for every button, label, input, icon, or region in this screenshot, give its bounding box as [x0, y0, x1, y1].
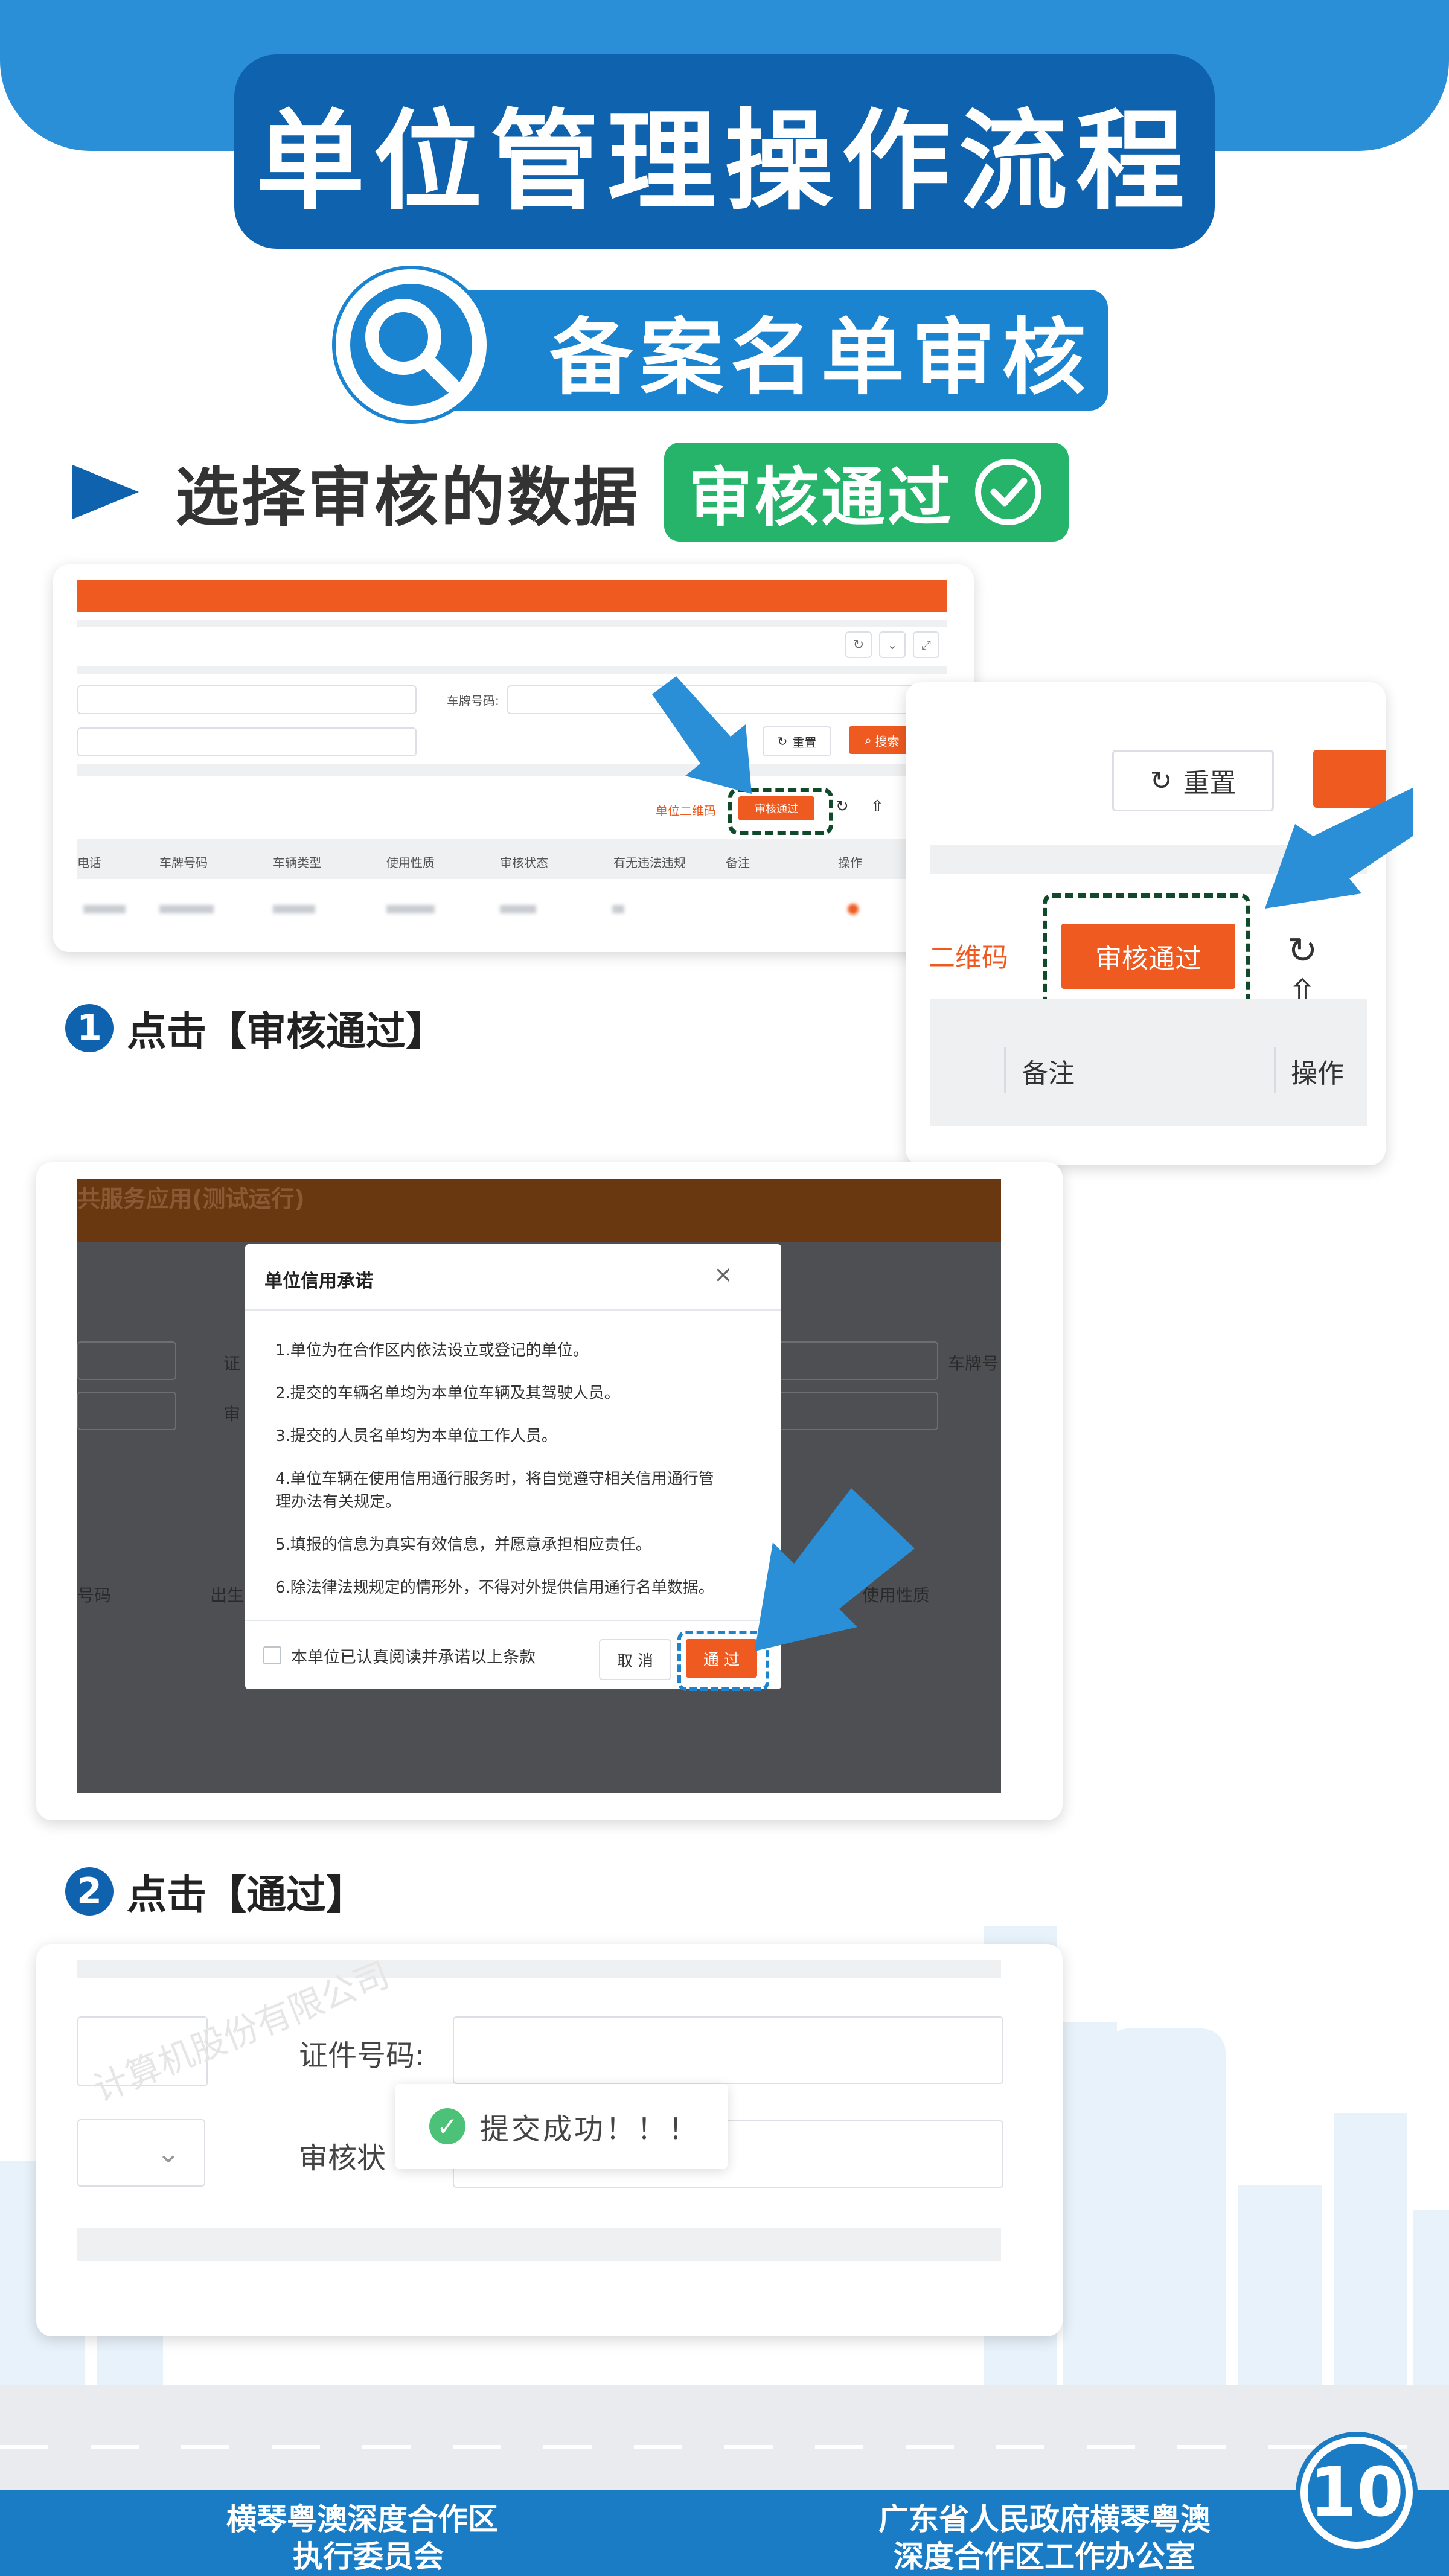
cert-input[interactable]: [453, 2016, 1003, 2084]
pointer-arrow-3: [755, 1488, 915, 1651]
col-audit-status: 审核状态: [500, 855, 548, 870]
orange-header-bar: [77, 580, 947, 612]
zoom-qrcode-link[interactable]: 二维码: [929, 936, 1008, 974]
filter-input[interactable]: [77, 685, 417, 714]
dialog-title: 单位信用承诺: [264, 1271, 373, 1292]
check-circle-icon: [975, 459, 1041, 525]
page-number-badge: 10: [1300, 2437, 1413, 2549]
chevron-down-icon[interactable]: ⌄: [879, 631, 906, 658]
approve-badge-label: 审核通过: [688, 461, 954, 535]
cert-label: 证件号码:: [299, 2039, 425, 2073]
approve-badge: 审核通过: [664, 443, 1069, 542]
step-heading: 选择审核的数据 审核通过: [72, 443, 1069, 542]
fullscreen-icon[interactable]: ⤢: [913, 631, 939, 658]
caption-step-2: 2 点击【通过】: [65, 1862, 366, 1920]
divider-bar: [77, 2228, 1001, 2261]
bg-field: [77, 1341, 176, 1380]
bg-title: 共服务应用(测试运行): [77, 1186, 305, 1212]
bg-field: [770, 1341, 938, 1380]
step-number: 2: [65, 1867, 114, 1916]
agree-checkbox[interactable]: [263, 1646, 281, 1664]
reset-button[interactable]: ↻ 重置: [763, 726, 831, 756]
plate-label: 车牌号码:: [447, 694, 499, 708]
divider-bar: [77, 666, 947, 674]
divider-line: [1004, 1047, 1006, 1093]
zoom-approve-button[interactable]: 审核通过: [1061, 924, 1235, 989]
divider-bar: [77, 620, 947, 627]
toolbar-icons: ↻ ⌄ ⤢: [845, 630, 942, 660]
commitment-line-1: 1.单位为在合作区内依法设立或登记的单位。: [275, 1341, 589, 1360]
success-toast: ✓ 提交成功！！！: [395, 2084, 728, 2169]
commitment-line-6: 6.除法律法规规定的情形外，不得对外提供信用通行名单数据。: [275, 1579, 714, 1597]
col-remark: 备注: [726, 855, 750, 870]
dialog-divider: [245, 1620, 781, 1621]
zoom-col-remark: 备注: [1022, 1058, 1075, 1089]
step-number: 1: [65, 1004, 114, 1052]
success-check-icon: ✓: [429, 2108, 465, 2144]
bg-label: 出生: [210, 1585, 245, 1605]
col-phone: 电话: [77, 855, 101, 870]
zoom-reset-label: 重置: [1183, 768, 1236, 799]
col-vehicle-type: 车辆类型: [273, 855, 321, 870]
cancel-button[interactable]: 取 消: [599, 1639, 671, 1680]
reset-button-label: 重置: [792, 735, 817, 750]
pass-button[interactable]: 通 过: [686, 1639, 757, 1678]
bg-label: 车牌号: [948, 1354, 999, 1373]
refresh-icon[interactable]: ↻: [845, 631, 872, 658]
commitment-line-3: 3.提交的人员名单均为本单位工作人员。: [275, 1427, 557, 1445]
screenshot-list-page: ↻ ⌄ ⤢ 车牌号码: ↻ 重置 ⌕ 搜索 单位二维码 审核通过 ↻ ⇧ ⚙ 电…: [53, 564, 974, 952]
caption-step-1: 1 点击【审核通过】: [65, 999, 446, 1057]
commitment-line-4: 4.单位车辆在使用信用通行服务时，将自觉遵守相关信用通行管: [275, 1470, 714, 1488]
col-violation: 有无违法违规: [613, 855, 686, 870]
dialog-divider: [245, 1309, 781, 1311]
screenshot-submit-success: 计算机股份有限公司 证件号码: ⌄ 审核状 ✓ 提交成功！！！: [36, 1944, 1063, 2336]
chevron-down-icon: ⌄: [156, 2137, 180, 2169]
magnifier-icon: [365, 299, 459, 393]
divider-bar: [77, 1960, 1001, 1978]
search-badge: [336, 269, 487, 420]
table-row: [77, 903, 947, 917]
bg-label: 号码: [77, 1585, 112, 1605]
bg-label: 证: [223, 1354, 241, 1373]
search-button-label: 搜索: [875, 733, 900, 749]
footer-right-line2: 深度合作区工作办公室: [894, 2539, 1195, 2574]
bg-label: 审: [223, 1404, 241, 1424]
zoom-reset-button[interactable]: ↻ 重置: [1112, 750, 1274, 811]
page-title: 单位管理操作流程: [234, 54, 1215, 249]
pointer-arrow-2: [1265, 788, 1413, 909]
agree-text: 本单位已认真阅读并承诺以上条款: [291, 1648, 536, 1667]
qrcode-link[interactable]: 单位二维码: [656, 801, 716, 819]
caption-step-1-text: 点击【审核通过】: [127, 1008, 446, 1055]
status-select[interactable]: ⌄: [77, 2119, 205, 2187]
footer-bar: 横琴粤澳深度合作区 执行委员会 广东省人民政府横琴粤澳 深度合作区工作办公室: [0, 2490, 1449, 2576]
road-band: [0, 2385, 1449, 2493]
toast-message: 提交成功！！！: [480, 2112, 700, 2146]
zoom-card: ↻ 重置 二维码 审核通过 ↻ ⇧ 备注 操作: [906, 682, 1386, 1165]
zoom-col-action: 操作: [1291, 1058, 1344, 1089]
refresh-icon: ↻: [1150, 765, 1172, 796]
bg-field: [77, 1392, 176, 1430]
road-line: [0, 2445, 1449, 2449]
divider-line: [1274, 1047, 1276, 1093]
commitment-line-5: 5.填报的信息为真实有效信息，并愿意承担相应责任。: [275, 1536, 651, 1554]
commitment-dialog: 单位信用承诺 × 1.单位为在合作区内依法设立或登记的单位。 2.提交的车辆名单…: [245, 1244, 781, 1691]
col-plate: 车牌号码: [159, 855, 208, 870]
commitment-line-4b: 理办法有关规定。: [275, 1493, 401, 1511]
col-action: 操作: [838, 855, 862, 870]
step-heading-text: 选择审核的数据: [175, 461, 640, 535]
play-arrow-icon: [72, 465, 139, 519]
caption-step-2-text: 点击【通过】: [127, 1871, 366, 1918]
filter-select[interactable]: [77, 727, 417, 756]
footer-left-line2: 执行委员会: [293, 2539, 444, 2574]
close-icon[interactable]: ×: [714, 1261, 733, 1288]
view-icon[interactable]: [848, 904, 859, 915]
pointer-arrow-1: [652, 676, 752, 794]
commitment-line-2: 2.提交的车辆名单均为本单位车辆及其驾驶人员。: [275, 1384, 620, 1402]
divider-bar: [77, 764, 947, 776]
audit-label: 审核状: [299, 2141, 386, 2175]
bg-field: [770, 1392, 938, 1430]
col-usage: 使用性质: [386, 855, 435, 870]
